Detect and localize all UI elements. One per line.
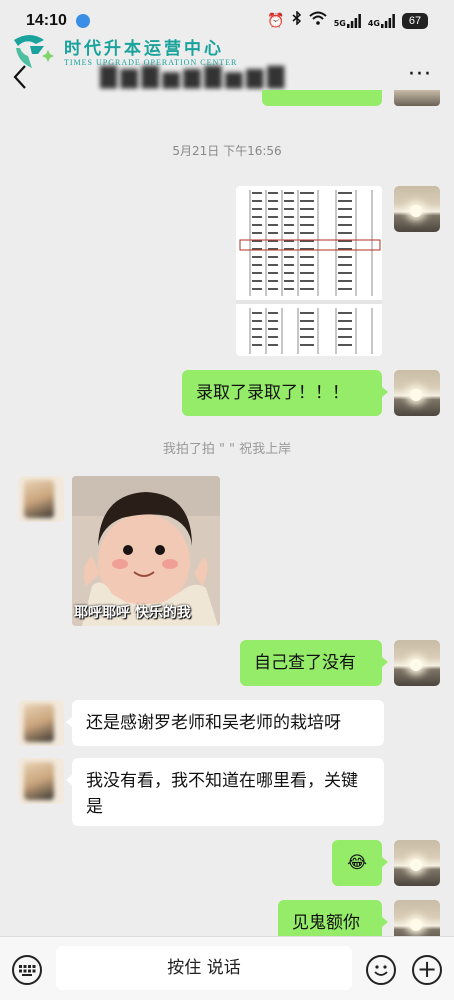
message-timestamp: 5月21日 下午16:56 (172, 144, 282, 158)
sunset-icon (410, 859, 422, 871)
contact-message-bubble[interactable]: 我没有看，我不知道在哪里看，关键是 (66, 758, 384, 826)
battery-indicator: 67 (402, 13, 428, 29)
my-message-bubble[interactable]: 😂 (332, 840, 388, 886)
blurred-avatar-image (24, 480, 54, 518)
wifi-icon (309, 11, 327, 31)
message-text: 还是感谢罗老师和吴老师的栽培呀 (86, 713, 341, 733)
signal-5g-label: 5G (333, 19, 346, 28)
keyboard-toggle-button[interactable] (12, 955, 42, 985)
blurred-avatar-image (24, 762, 54, 800)
my-avatar[interactable] (394, 370, 440, 416)
my-avatar[interactable] (394, 900, 440, 936)
my-avatar[interactable] (394, 840, 440, 886)
message-text: 自己查了没有 (254, 653, 356, 673)
sunset-icon (410, 205, 422, 217)
signal-4g-icon: 4G (368, 14, 395, 28)
bluetooth-icon (292, 10, 302, 31)
my-message-bubble[interactable]: 录取了录取了！！！ (182, 370, 388, 416)
watermark-logo (14, 35, 54, 68)
signal-5g-icon: 5G (334, 14, 361, 28)
message-text: 我没有看，我不知道在哪里看，关键是 (86, 771, 358, 817)
sunset-icon (410, 389, 422, 401)
keyboard-icon (19, 965, 36, 976)
image-message-table[interactable] (236, 186, 382, 356)
sticker-message[interactable]: 耶呼耶呼 快乐的我 (72, 476, 220, 626)
contact-message-bubble[interactable]: 还是感谢罗老师和吴老师的栽培呀 (66, 700, 384, 746)
alarm-icon: ⏰ (267, 13, 285, 29)
previous-message-bubble[interactable] (262, 90, 382, 106)
laughing-emoji-icon: 😂 (347, 853, 367, 873)
previous-avatar[interactable] (394, 90, 440, 106)
status-time: 14:10 (26, 12, 67, 29)
notification-icon (76, 14, 90, 28)
signal-4g-label: 4G (367, 19, 380, 28)
contact-avatar[interactable] (18, 758, 64, 804)
sunset-icon (410, 659, 422, 671)
watermark-title: 时代升本运营中心 (64, 39, 224, 59)
my-avatar[interactable] (394, 640, 440, 686)
pat-system-message: 我拍了拍 " " 祝我上岸 (162, 442, 292, 457)
my-message-bubble[interactable]: 见鬼额你 (278, 900, 388, 936)
status-indicators: ⏰ 5G 4G 67 (267, 10, 428, 31)
contact-avatar[interactable] (18, 476, 64, 522)
blurred-avatar-image (24, 704, 54, 742)
plus-icon[interactable]: + (412, 955, 442, 985)
message-list[interactable]: 5月21日 下午16:56 录取了录取了！！！ 我拍了拍 " " 祝我上岸 耶呼… (0, 90, 454, 936)
emoji-button[interactable] (366, 955, 396, 985)
contact-avatar[interactable] (18, 700, 64, 746)
input-bar: 按住 说话 + (0, 936, 454, 1000)
my-message-bubble[interactable]: 自己查了没有 (240, 640, 388, 686)
watermark: 时代升本运营中心 TIMES UPGRADE OPERATION CENTER (10, 30, 260, 74)
message-text: 录取了录取了！！！ (196, 383, 349, 403)
sunset-icon (410, 919, 422, 931)
message-text: 见鬼额你 (292, 913, 360, 933)
hold-to-talk-button[interactable]: 按住 说话 (56, 946, 352, 990)
more-options-icon[interactable]: ··· (408, 62, 432, 87)
watermark-subtitle: TIMES UPGRADE OPERATION CENTER (64, 58, 238, 67)
table-screenshot-image (236, 186, 382, 356)
my-avatar[interactable] (394, 186, 440, 232)
sticker-caption: 耶呼耶呼 快乐的我 (74, 605, 191, 621)
smiley-icon (374, 965, 388, 976)
